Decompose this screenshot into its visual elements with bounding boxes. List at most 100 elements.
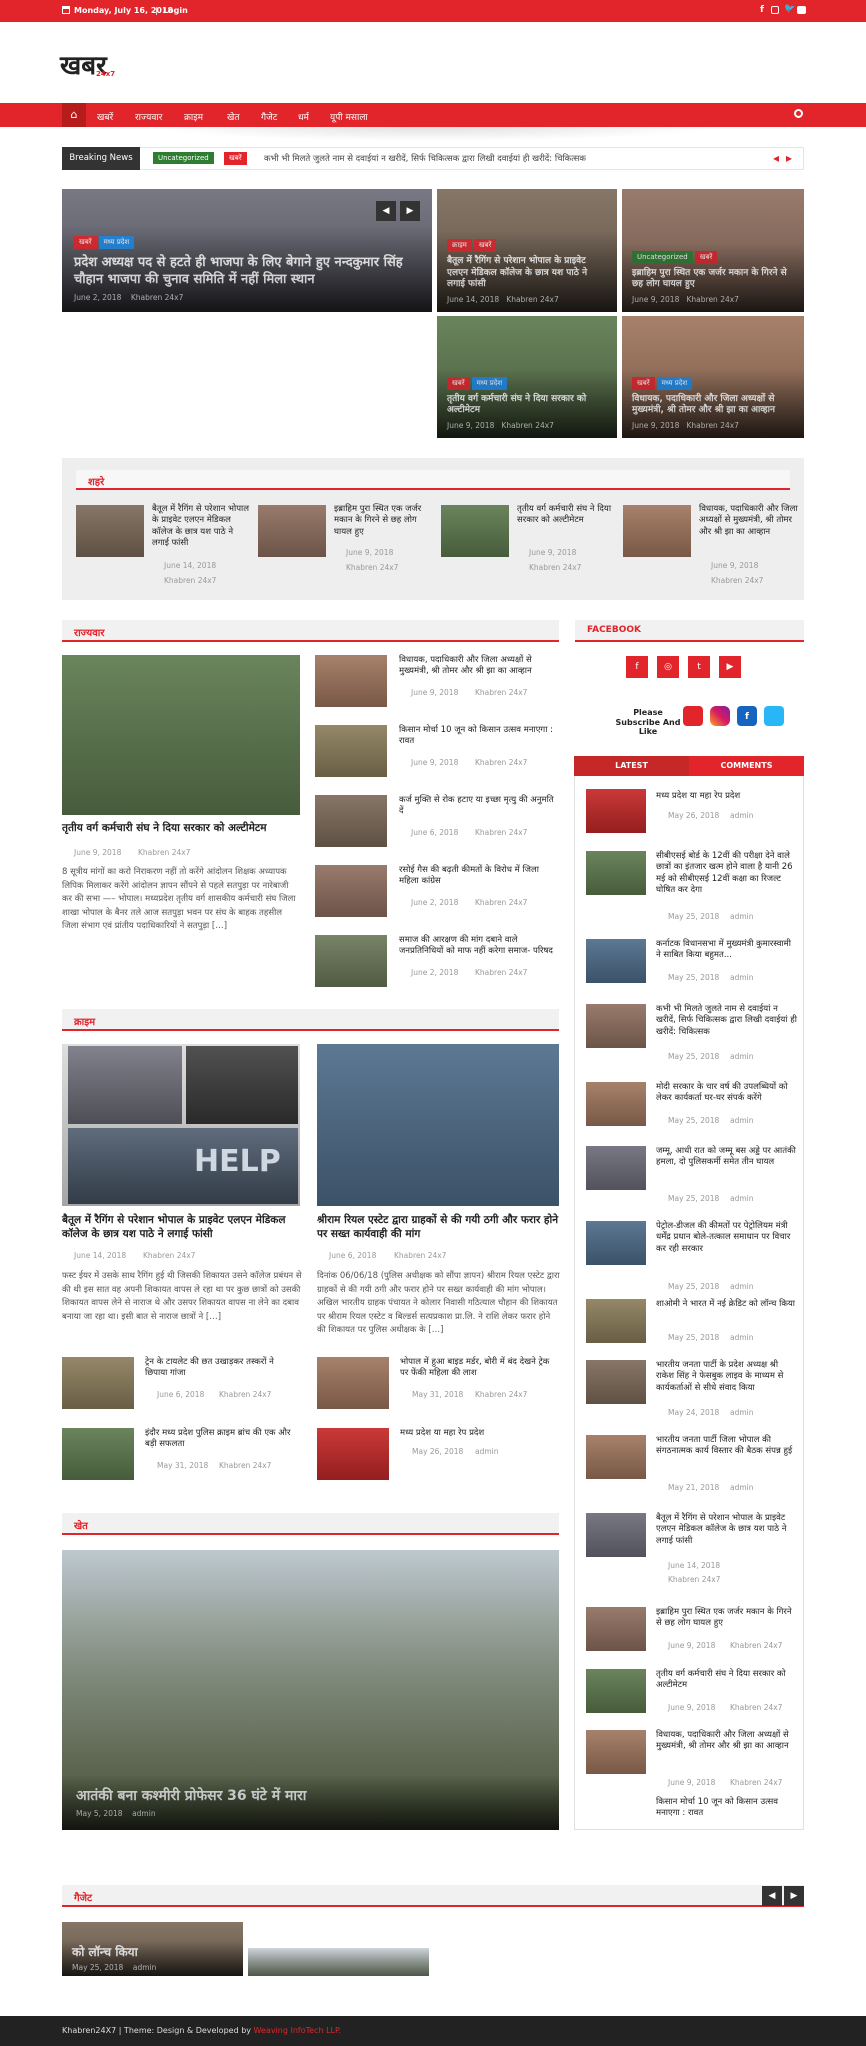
rajyawar-list-4-title[interactable]: रसोई गैस की बढ़ती कीमतों के विरोध में जि… xyxy=(399,865,557,888)
subscribe-twitter-icon[interactable] xyxy=(764,706,784,726)
crime-list-1-image[interactable] xyxy=(62,1357,134,1409)
latest-item-10[interactable]: भारतीय जनता पार्टी जिला भोपाल की संगठनात… xyxy=(586,1435,806,1519)
rajyawar-list-3-title[interactable]: कर्ज मुक्ति से रोक हटाए या इच्छा मृत्यु … xyxy=(399,795,557,818)
shahare-item-2-image[interactable] xyxy=(258,505,326,557)
latest-2-image[interactable] xyxy=(586,851,646,895)
latest-5-title[interactable]: मोदी सरकार के चार वर्ष की उपलब्धियों को … xyxy=(656,1082,798,1105)
nav-item-khabren[interactable]: खबरें xyxy=(97,110,113,123)
rajyawar-list-5-title[interactable]: समाज की आरक्षण की मांग दबाने वाले जनप्रत… xyxy=(399,935,557,958)
rajyawar-list-item-5[interactable]: समाज की आरक्षण की मांग दबाने वाले जनप्रत… xyxy=(315,935,553,1019)
latest-11-title[interactable]: बैतूल में रैगिंग से परेशान भोपाल के प्रा… xyxy=(656,1513,798,1547)
grid1-tag-1[interactable]: क्राइम xyxy=(447,238,472,252)
latest-13-image[interactable] xyxy=(586,1669,646,1713)
sidebar-instagram-button[interactable]: ◎ xyxy=(657,656,679,678)
instagram-icon[interactable] xyxy=(771,6,779,14)
featured-grid-item-2[interactable]: Uncategorized खबरें इब्राहिम पुरा स्थित ए… xyxy=(622,189,804,312)
crime-list-2-title[interactable]: भोपाल में हुआ बाइड मर्डर, बोरी में बंद द… xyxy=(400,1357,558,1380)
latest-14-title[interactable]: विधायक, पदाधिकारी और जिला अध्यक्षों से म… xyxy=(656,1730,798,1753)
subscribe-youtube-icon[interactable] xyxy=(683,706,703,726)
subscribe-instagram-icon[interactable] xyxy=(710,706,730,726)
crime-a-image[interactable]: HELP xyxy=(62,1044,300,1206)
grid4-tag-1[interactable]: खबरें xyxy=(632,376,655,390)
site-logo[interactable]: खबर 24x7 xyxy=(60,46,130,81)
rajyawar-list-3-image[interactable] xyxy=(315,795,387,847)
rajyawar-list-1-title[interactable]: विधायक, पदाधिकारी और जिला अध्यक्षों से म… xyxy=(399,655,557,678)
rajyawar-list-1-image[interactable] xyxy=(315,655,387,707)
shahare-item-3-image[interactable] xyxy=(441,505,509,557)
crime-list-3-image[interactable] xyxy=(62,1428,134,1480)
latest-3-image[interactable] xyxy=(586,939,646,983)
ticker-prev-icon[interactable]: ◂ xyxy=(773,151,779,165)
grid3-tag-1[interactable]: खबरें xyxy=(447,376,470,390)
latest-4-title[interactable]: कभी भी मिलते जुलते नाम से दवाईयां न खरीद… xyxy=(656,1004,798,1038)
latest-9-image[interactable] xyxy=(586,1360,646,1404)
latest-item-7[interactable]: पेट्रोल-डीजल की कीमतों पर पेट्रोलियम मंत… xyxy=(586,1221,806,1305)
subscribe-facebook-icon[interactable]: f xyxy=(737,706,757,726)
nav-item-rajyawar[interactable]: राज्यवार xyxy=(135,110,162,123)
tab-comments[interactable]: COMMENTS xyxy=(689,756,804,776)
khet-main-image[interactable]: आतंकी बना कश्मीरी प्रोफेसर 36 घंटे में म… xyxy=(62,1550,559,1830)
crime-list-4-title[interactable]: मध्य प्रदेश या महा रेप प्रदेश xyxy=(400,1428,558,1439)
nav-item-dharm[interactable]: धर्म xyxy=(298,110,309,123)
rajyawar-list-4-image[interactable] xyxy=(315,865,387,917)
latest-1-title[interactable]: मध्य प्रदेश या महा रेप प्रदेश xyxy=(656,791,798,802)
twitter-icon[interactable]: 🐦 xyxy=(784,4,795,14)
featured-main-tag-1[interactable]: खबरें xyxy=(74,236,97,250)
rajyawar-main-title[interactable]: तृतीय वर्ग कर्मचारी संघ ने दिया सरकार को… xyxy=(62,822,300,836)
latest-15-title[interactable]: किसान मोर्चा 10 जून को किसान उत्सव मनाएग… xyxy=(656,1797,798,1820)
featured-main-tag-2[interactable]: मध्य प्रदेश xyxy=(98,236,135,250)
gadget-next-button[interactable]: ▶ xyxy=(784,1886,804,1906)
latest-item-9[interactable]: भारतीय जनता पार्टी के प्रदेश अध्यक्ष श्र… xyxy=(586,1360,806,1444)
crime-b-image[interactable] xyxy=(317,1044,559,1206)
crime-b-title[interactable]: श्रीराम रियल एस्टेट द्वारा ग्राहकों से क… xyxy=(317,1214,561,1241)
shahare-item-4-image[interactable] xyxy=(623,505,691,557)
ticker-tag-khabren[interactable]: खबरें xyxy=(224,152,247,165)
ticker-tag-uncategorized[interactable]: Uncategorized xyxy=(153,152,214,164)
nav-item-gadget[interactable]: गैजेट xyxy=(261,110,277,123)
latest-item-15-row[interactable]: किसान मोर्चा 10 जून को किसान उत्सव मनाएग… xyxy=(586,1797,806,1819)
nav-item-up-masala[interactable]: यूपी मसाला xyxy=(330,110,368,123)
grid3-tag-2[interactable]: मध्य प्रदेश xyxy=(471,376,508,390)
login-link[interactable]: Login xyxy=(163,6,188,15)
ticker-next-icon[interactable]: ▸ xyxy=(786,151,792,165)
featured-grid-item-1[interactable]: क्राइम खबरें बैतूल में रैगिंग से परेशान भ… xyxy=(437,189,617,312)
nav-item-crime[interactable]: क्राइम xyxy=(184,110,203,123)
sidebar-facebook-button[interactable]: f xyxy=(626,656,648,678)
khet-main-title[interactable]: आतंकी बना कश्मीरी प्रोफेसर 36 घंटे में म… xyxy=(76,1787,545,1805)
latest-12-image[interactable] xyxy=(586,1607,646,1651)
latest-7-image[interactable] xyxy=(586,1221,646,1265)
tab-latest[interactable]: LATEST xyxy=(574,756,689,776)
grid3-title[interactable]: तृतीय वर्ग कर्मचारी संघ ने दिया सरकार को… xyxy=(447,394,607,417)
gadget-prev-button[interactable]: ◀ xyxy=(762,1886,782,1906)
gadget-item-2-image[interactable] xyxy=(248,1948,429,1976)
latest-8-image[interactable] xyxy=(586,1299,646,1343)
latest-item-6[interactable]: जम्मू, आधी रात को जम्मू बस अड्डे पर आतंक… xyxy=(586,1146,806,1230)
footer-developer-link[interactable]: Weaving InfoTech LLP. xyxy=(254,2026,342,2035)
grid4-title[interactable]: विधायक, पदाधिकारी और जिला अध्यक्षों से म… xyxy=(632,394,794,417)
latest-4-image[interactable] xyxy=(586,1004,646,1048)
nav-item-khet[interactable]: खेत xyxy=(227,110,240,123)
crime-list-3-title[interactable]: इंदौर मध्य प्रदेश पुलिस क्राइम ब्रांच की… xyxy=(145,1428,295,1451)
rajyawar-list-2-title[interactable]: किसान मोर्चा 10 जून को किसान उत्सव मनाएग… xyxy=(399,725,557,748)
shahare-item-4-title[interactable]: विधायक, पदाधिकारी और जिला अध्यक्षों से म… xyxy=(699,504,799,538)
gadget-item-1-image[interactable]: को लॉन्च किया May 25, 2018 admin xyxy=(62,1922,243,1976)
nav-home-button[interactable]: ⌂ xyxy=(62,103,86,127)
crime-a-title[interactable]: बैतूल में रैगिंग से परेशान भोपाल के प्रा… xyxy=(62,1214,302,1241)
featured-next-button[interactable]: ▶ xyxy=(400,201,420,221)
latest-7-title[interactable]: पेट्रोल-डीजल की कीमतों पर पेट्रोलियम मंत… xyxy=(656,1221,798,1255)
grid2-tag-2[interactable]: खबरें xyxy=(694,250,718,264)
rajyawar-list-2-image[interactable] xyxy=(315,725,387,777)
latest-10-title[interactable]: भारतीय जनता पार्टी जिला भोपाल की संगठनात… xyxy=(656,1435,798,1458)
latest-12-title[interactable]: इब्राहिम पुरा स्थित एक जर्जर मकान के गिर… xyxy=(656,1607,798,1630)
latest-5-image[interactable] xyxy=(586,1082,646,1126)
latest-6-title[interactable]: जम्मू, आधी रात को जम्मू बस अड्डे पर आतंक… xyxy=(656,1146,798,1169)
youtube-icon[interactable] xyxy=(797,6,806,14)
rajyawar-main-image[interactable] xyxy=(62,655,300,815)
latest-9-title[interactable]: भारतीय जनता पार्टी के प्रदेश अध्यक्ष श्र… xyxy=(656,1360,798,1394)
grid2-title[interactable]: इब्राहिम पुरा स्थित एक जर्जर मकान के गिर… xyxy=(632,268,794,291)
grid2-tag-1[interactable]: Uncategorized xyxy=(632,250,693,263)
shahare-item-2-title[interactable]: इब्राहिम पुरा स्थित एक जर्जर मकान के गिर… xyxy=(334,504,434,538)
sidebar-youtube-button[interactable]: ▶ xyxy=(719,656,741,678)
latest-13-title[interactable]: तृतीय वर्ग कर्मचारी संघ ने दिया सरकार को… xyxy=(656,1669,798,1692)
latest-11-image[interactable] xyxy=(586,1513,646,1557)
